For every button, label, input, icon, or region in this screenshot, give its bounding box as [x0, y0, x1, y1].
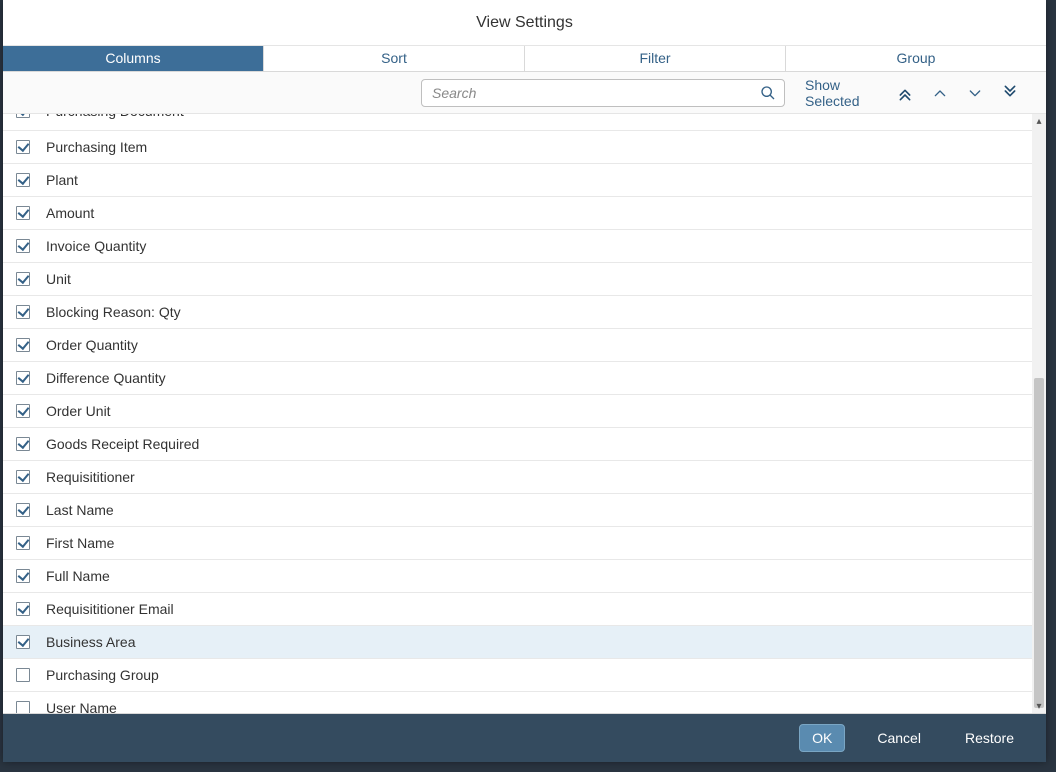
column-checkbox[interactable]	[16, 140, 30, 154]
scroll-down-arrow-icon[interactable]: ▾	[1032, 699, 1046, 713]
column-row[interactable]: Amount	[3, 197, 1032, 230]
move-down-button[interactable]	[964, 79, 985, 107]
toolbar: Show Selected	[3, 72, 1046, 114]
search-box[interactable]	[421, 79, 785, 107]
column-row[interactable]: Invoice Quantity	[3, 230, 1032, 263]
column-label: Plant	[46, 172, 1032, 188]
column-label: Purchasing Document	[46, 114, 1032, 119]
column-row[interactable]: Blocking Reason: Qty	[3, 296, 1032, 329]
scrollbar[interactable]: ▴ ▾	[1032, 114, 1046, 713]
column-checkbox[interactable]	[16, 338, 30, 352]
tab-filter[interactable]: Filter	[525, 46, 786, 71]
column-label: Requisititioner Email	[46, 601, 1032, 617]
column-label: Difference Quantity	[46, 370, 1032, 386]
column-checkbox[interactable]	[16, 701, 30, 713]
column-checkbox[interactable]	[16, 569, 30, 583]
column-row[interactable]: Purchasing Group	[3, 659, 1032, 692]
cancel-button[interactable]: Cancel	[865, 724, 933, 752]
dialog-footer: OK Cancel Restore	[3, 714, 1046, 762]
column-checkbox[interactable]	[16, 114, 30, 118]
columns-list-wrap: Purchasing Document Purchasing Item Plant A…	[3, 114, 1046, 714]
column-row[interactable]: User Name	[3, 692, 1032, 713]
column-label: Purchasing Group	[46, 667, 1032, 683]
scrollbar-thumb[interactable]	[1034, 378, 1044, 708]
column-row[interactable]: Plant	[3, 164, 1032, 197]
columns-list[interactable]: Purchasing Document Purchasing Item Plant A…	[3, 114, 1032, 713]
column-row[interactable]: Full Name	[3, 560, 1032, 593]
column-row[interactable]: Difference Quantity	[3, 362, 1032, 395]
column-row[interactable]: Order Unit	[3, 395, 1032, 428]
tab-group[interactable]: Group	[786, 46, 1046, 71]
column-label: Order Unit	[46, 403, 1032, 419]
search-input[interactable]	[432, 85, 760, 101]
column-checkbox[interactable]	[16, 470, 30, 484]
column-checkbox[interactable]	[16, 305, 30, 319]
move-top-button[interactable]	[895, 79, 916, 107]
column-checkbox[interactable]	[16, 503, 30, 517]
column-checkbox[interactable]	[16, 668, 30, 682]
column-row[interactable]: Order Quantity	[3, 329, 1032, 362]
column-label: Order Quantity	[46, 337, 1032, 353]
column-label: Requisititioner	[46, 469, 1032, 485]
search-icon[interactable]	[760, 85, 776, 101]
column-label: Blocking Reason: Qty	[46, 304, 1032, 320]
backdrop: View Settings ColumnsSortFilterGroup Sho…	[0, 0, 1056, 772]
show-selected-link[interactable]: Show Selected	[799, 77, 881, 109]
column-label: User Name	[46, 700, 1032, 713]
column-row[interactable]: Goods Receipt Required	[3, 428, 1032, 461]
column-checkbox[interactable]	[16, 602, 30, 616]
column-row[interactable]: Last Name	[3, 494, 1032, 527]
column-label: Full Name	[46, 568, 1032, 584]
move-bottom-button[interactable]	[999, 79, 1020, 107]
column-label: Last Name	[46, 502, 1032, 518]
column-checkbox[interactable]	[16, 206, 30, 220]
tab-sort[interactable]: Sort	[264, 46, 525, 71]
column-row[interactable]: Business Area	[3, 626, 1032, 659]
column-checkbox[interactable]	[16, 635, 30, 649]
column-row[interactable]: Requisititioner Email	[3, 593, 1032, 626]
column-label: Unit	[46, 271, 1032, 287]
column-checkbox[interactable]	[16, 437, 30, 451]
tab-columns[interactable]: Columns	[3, 46, 264, 71]
column-row[interactable]: First Name	[3, 527, 1032, 560]
dialog-title: View Settings	[3, 0, 1046, 46]
column-label: Goods Receipt Required	[46, 436, 1032, 452]
column-row[interactable]: Purchasing Document	[3, 114, 1032, 131]
column-checkbox[interactable]	[16, 536, 30, 550]
column-checkbox[interactable]	[16, 239, 30, 253]
column-row[interactable]: Purchasing Item	[3, 131, 1032, 164]
move-up-button[interactable]	[929, 79, 950, 107]
column-row[interactable]: Requisititioner	[3, 461, 1032, 494]
column-label: Invoice Quantity	[46, 238, 1032, 254]
restore-button[interactable]: Restore	[953, 724, 1026, 752]
column-label: First Name	[46, 535, 1032, 551]
column-label: Amount	[46, 205, 1032, 221]
column-checkbox[interactable]	[16, 371, 30, 385]
ok-button[interactable]: OK	[799, 724, 845, 752]
view-settings-dialog: View Settings ColumnsSortFilterGroup Sho…	[3, 0, 1046, 762]
column-checkbox[interactable]	[16, 404, 30, 418]
column-checkbox[interactable]	[16, 173, 30, 187]
column-label: Business Area	[46, 634, 1032, 650]
column-label: Purchasing Item	[46, 139, 1032, 155]
tab-bar: ColumnsSortFilterGroup	[3, 46, 1046, 72]
scroll-up-arrow-icon[interactable]: ▴	[1032, 114, 1046, 128]
column-checkbox[interactable]	[16, 272, 30, 286]
column-row[interactable]: Unit	[3, 263, 1032, 296]
